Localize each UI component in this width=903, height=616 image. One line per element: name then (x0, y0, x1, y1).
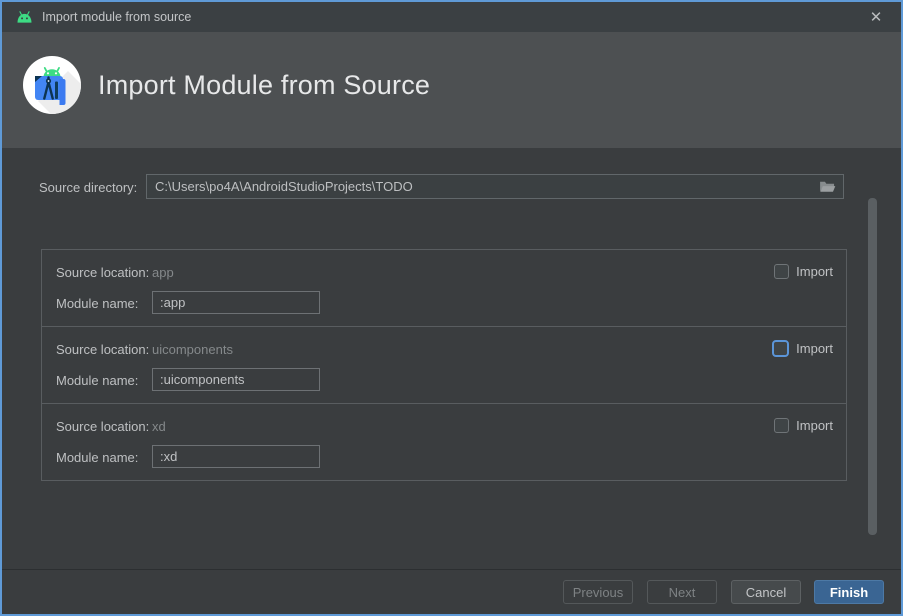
source-location-value: uicomponents (152, 342, 233, 357)
import-label: Import (796, 340, 833, 356)
import-checkbox-focused[interactable] (772, 339, 790, 357)
source-location-label: Source location: (56, 419, 150, 434)
import-checkbox[interactable] (774, 263, 790, 279)
source-directory-label: Source directory: (39, 180, 138, 195)
import-label: Import (796, 417, 833, 433)
module-row-uicomponents: Source location: uicomponents Module nam… (41, 326, 847, 404)
import-module-dialog: Import module from source ✕ Import Modul… (0, 0, 903, 616)
module-name-input-xd[interactable] (152, 445, 320, 468)
previous-button[interactable]: Previous (563, 580, 633, 604)
android-head-icon (16, 10, 33, 24)
footer-divider (2, 569, 901, 570)
import-toggle[interactable]: Import (772, 339, 833, 357)
folder-icon (818, 179, 837, 194)
module-name-input-uicomponents[interactable] (152, 368, 320, 391)
browse-folder-button[interactable] (816, 177, 838, 196)
android-studio-logo-icon (23, 56, 81, 114)
module-row-xd: Source location: xd Module name: Import (41, 403, 847, 481)
titlebar: Import module from source ✕ (2, 2, 901, 32)
source-location-value: app (152, 265, 174, 280)
module-list: Source location: app Module name: Import… (41, 249, 847, 481)
cancel-button[interactable]: Cancel (731, 580, 801, 604)
import-toggle[interactable]: Import (774, 416, 833, 434)
source-directory-input[interactable] (146, 174, 844, 199)
source-location-value: xd (152, 419, 166, 434)
finish-button[interactable]: Finish (814, 580, 884, 604)
vertical-scrollbar[interactable] (868, 198, 877, 535)
page-title: Import Module from Source (98, 70, 431, 100)
import-toggle[interactable]: Import (774, 262, 833, 280)
window-title: Import module from source (42, 10, 192, 24)
module-name-label: Module name: (56, 296, 139, 311)
source-location-label: Source location: (56, 265, 150, 280)
import-label: Import (796, 263, 833, 279)
module-row-app: Source location: app Module name: Import (41, 249, 847, 327)
next-button[interactable]: Next (647, 580, 717, 604)
module-name-label: Module name: (56, 450, 139, 465)
import-checkbox[interactable] (774, 417, 790, 433)
source-location-label: Source location: (56, 342, 150, 357)
module-name-label: Module name: (56, 373, 139, 388)
close-icon[interactable]: ✕ (865, 6, 887, 28)
module-name-input-app[interactable] (152, 291, 320, 314)
